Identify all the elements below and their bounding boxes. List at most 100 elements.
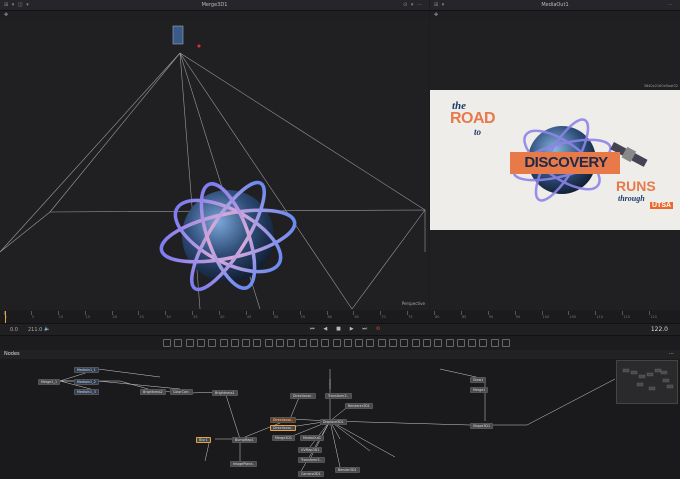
light-marker-icon [197, 44, 201, 48]
ruler-label: 35 [193, 315, 198, 319]
right-viewer-title: MediaOut1 [541, 2, 569, 8]
loader-tool-icon[interactable] [445, 339, 454, 347]
node-merge1[interactable]: Merge1 [470, 387, 489, 393]
3d-merge-tool-icon[interactable] [343, 339, 352, 347]
node-uvmap3d1[interactable]: UVMap3D1 [298, 447, 323, 453]
background-tool-icon[interactable] [163, 339, 171, 347]
timeline-ruler[interactable]: 0 5 10 15 20 25 30 35 40 45 50 55 60 65 70 75 80 85 90 95 10… [0, 311, 680, 323]
left-viewer-canvas[interactable]: Perspective [0, 20, 429, 310]
merge-tool-icon[interactable] [242, 339, 251, 347]
ruler-label: 15 [85, 315, 91, 319]
channel-tool-icon[interactable] [479, 339, 488, 347]
node-directional[interactable]: Directional.. [270, 425, 296, 431]
mask-tool-icon[interactable] [253, 339, 262, 347]
node-brightness1[interactable]: Brightness1 [212, 390, 238, 396]
nodes-panel[interactable]: Nodes ⋯ MediaIn1_1 Merge1_1 MediaIn1_2 M… [0, 350, 680, 479]
stop-button[interactable]: ■ [336, 326, 341, 334]
ellipse-tool-icon[interactable] [287, 339, 296, 347]
tool-icons [0, 336, 680, 350]
matte-tool-icon[interactable] [490, 339, 499, 347]
node-glow1[interactable]: Glow1 [470, 377, 487, 383]
node-mediaout1[interactable]: MediaOut1 [300, 435, 324, 441]
play-button[interactable]: ▶ [350, 326, 354, 334]
3d-light-tool-icon[interactable] [366, 339, 375, 347]
node-brightness2[interactable]: Brightness2 [140, 389, 166, 395]
ruler-label: 95 [515, 315, 521, 319]
grid-tool-icon[interactable] [400, 339, 409, 347]
node-mediain1-2[interactable]: MediaIn1_2 [74, 379, 99, 385]
right-viewer-header: ⊞ ▾ MediaOut1 ⋯ [430, 0, 680, 11]
end-time[interactable]: 211.0 [28, 327, 42, 333]
text-tool-icon[interactable] [185, 339, 194, 347]
node-colorcorr[interactable]: ColorCorr.. [170, 389, 194, 395]
bump-tool-icon[interactable] [422, 339, 431, 347]
ruler-label: 45 [246, 315, 252, 319]
move-icon[interactable]: ✥ [4, 12, 8, 18]
node-imageplane[interactable]: ImagePlane.. [230, 461, 258, 467]
speaker-icon[interactable]: 🔈 [44, 326, 50, 332]
ruler-label: 25 [139, 315, 144, 319]
settings-tool-icon[interactable] [468, 339, 477, 347]
transform-tool-icon[interactable] [208, 339, 217, 347]
node-blur1[interactable]: Blur1 [196, 437, 211, 443]
right-viewer-menu[interactable]: ⋯ [668, 0, 674, 10]
fx-tool-icon[interactable] [389, 339, 397, 347]
ruler-label: 85 [461, 315, 467, 319]
node-shape3d1[interactable]: Shape3D1 [470, 423, 494, 429]
nodes-header: Nodes ⋯ [0, 350, 680, 359]
node-merge3d1[interactable]: Merge3D1 [272, 435, 296, 441]
right-viewer-canvas[interactable]: 3840x2160xfloat32 the ROAD to DISCOVERY … [430, 20, 680, 310]
node-camera3d1[interactable]: Camera3D1 [298, 471, 324, 477]
node-directional[interactable]: Directional.. [290, 393, 316, 399]
color-tool-icon[interactable] [230, 339, 239, 347]
ruler-label: 70 [381, 315, 386, 319]
node-mediain1-1[interactable]: MediaIn1_1 [74, 367, 99, 373]
title-utsa: UTSA [650, 202, 674, 209]
node-graph[interactable]: MediaIn1_1 Merge1_1 MediaIn1_2 MediaIn1_3 Br… [0, 359, 680, 479]
keyer-tool-icon[interactable] [309, 339, 318, 347]
node-transform3[interactable]: Transform3.. [298, 457, 325, 463]
ruler-label: 120 [650, 315, 657, 319]
loop-button[interactable]: ⟲ [376, 326, 380, 334]
camera-icon[interactable] [172, 25, 184, 45]
ruler-label: 75 [408, 315, 413, 319]
3d-shape-tool-icon[interactable] [332, 339, 341, 347]
node-merge1-1[interactable]: Merge1_1 [38, 379, 61, 385]
rectangle-tool-icon[interactable] [276, 339, 284, 347]
effect-tool-icon[interactable] [411, 339, 420, 347]
3d-render-tool-icon[interactable] [377, 339, 386, 347]
left-viewer-menu[interactable]: ⊙ ▾ ⋯ [403, 0, 423, 10]
go-to-end-button[interactable]: ⏭ [362, 326, 367, 334]
navigator-map [622, 368, 674, 391]
step-back-button[interactable]: ◀ [323, 326, 327, 334]
current-time[interactable]: 122.0 [651, 326, 668, 333]
node-renderer3d1[interactable]: Renderer3D1 [345, 403, 373, 409]
go-to-start-button[interactable]: ⏮ [310, 326, 315, 334]
left-viewer-title: Merge3D1 [201, 2, 228, 8]
ruler-label: 65 [354, 315, 359, 319]
node-displace3d1[interactable]: Displace3D1 [320, 419, 347, 425]
nodes-menu[interactable]: ⋯ [669, 351, 674, 357]
node-directional[interactable]: Directional.. [270, 417, 296, 423]
image-tool-icon[interactable] [174, 339, 183, 347]
displace-tool-icon[interactable] [434, 339, 443, 347]
node-bender3d1[interactable]: Bender3D1 [335, 467, 360, 473]
blur-tool-icon[interactable] [219, 339, 228, 347]
particles-tool-icon[interactable] [321, 339, 330, 347]
move-icon[interactable]: ✥ [434, 12, 438, 18]
3d-camera-tool-icon[interactable] [355, 339, 364, 347]
node-bumpmap1[interactable]: BumpMap1 [232, 437, 257, 443]
node-mediain1-3[interactable]: MediaIn1_3 [74, 389, 99, 395]
paint-tool-icon[interactable] [196, 339, 205, 347]
node-transform3[interactable]: Transform3.. [325, 393, 352, 399]
ruler-label: 30 [166, 315, 171, 319]
start-time[interactable]: 0.0 [10, 327, 18, 333]
playhead[interactable] [5, 311, 6, 323]
3d-scene [0, 25, 426, 310]
tracker-tool-icon[interactable] [298, 339, 307, 347]
node-navigator[interactable] [616, 360, 678, 404]
polygon-tool-icon[interactable] [264, 339, 273, 347]
perspective-label[interactable]: Perspective [402, 301, 425, 306]
glow-tool-icon[interactable] [502, 339, 510, 347]
saver-tool-icon[interactable] [456, 339, 465, 347]
